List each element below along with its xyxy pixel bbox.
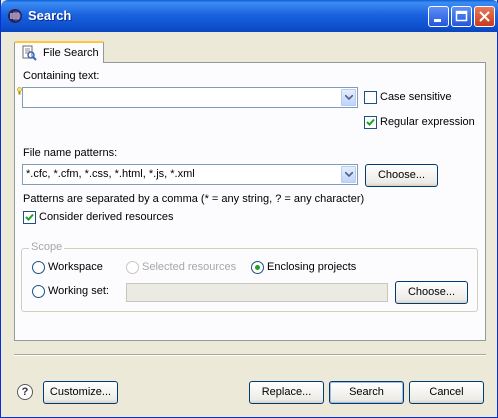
- search-button[interactable]: Search: [329, 381, 404, 404]
- tab-label: File Search: [43, 47, 99, 59]
- file-name-patterns-label: File name patterns:: [23, 147, 118, 159]
- consider-derived-label: Consider derived resources: [39, 211, 174, 223]
- chevron-down-icon: [345, 172, 353, 177]
- workspace-label: Workspace: [48, 261, 103, 273]
- consider-derived-checkbox[interactable]: [23, 211, 36, 224]
- window-title: Search: [28, 8, 72, 23]
- checkmark-icon: [25, 213, 34, 221]
- cancel-button[interactable]: Cancel: [409, 381, 484, 404]
- help-icon[interactable]: ?: [17, 384, 33, 400]
- workspace-radio[interactable]: [32, 261, 45, 274]
- maximize-icon: [455, 10, 468, 22]
- case-sensitive-label: Case sensitive: [380, 91, 452, 103]
- regular-expression-checkbox[interactable]: [364, 116, 377, 129]
- search-dialog: Search File Search Containing text: Case…: [0, 0, 498, 418]
- eclipse-logo-icon: [8, 9, 22, 23]
- tab-file-search[interactable]: File Search: [14, 41, 104, 63]
- replace-button[interactable]: Replace...: [249, 381, 324, 404]
- selected-resources-label: Selected resources: [142, 261, 237, 273]
- patterns-hint: Patterns are separated by a comma (* = a…: [23, 193, 365, 205]
- maximize-button[interactable]: [451, 6, 472, 27]
- regular-expression-label: Regular expression: [380, 116, 475, 128]
- enclosing-projects-label: Enclosing projects: [267, 261, 357, 273]
- file-name-patterns-combo[interactable]: *.cfc, *.cfm, *.css, *.html, *.js, *.xml: [22, 164, 358, 185]
- minimize-button[interactable]: [428, 6, 449, 27]
- minimize-icon: [434, 19, 441, 22]
- chevron-down-icon: [345, 95, 353, 100]
- scope-title: Scope: [29, 241, 65, 253]
- title-bar[interactable]: Search: [1, 0, 498, 32]
- file-name-patterns-value: *.cfc, *.cfm, *.css, *.html, *.js, *.xml: [26, 168, 195, 180]
- close-icon: [479, 11, 490, 22]
- checkmark-icon: [366, 118, 375, 126]
- containing-text-dropdown[interactable]: [341, 89, 356, 106]
- working-set-field: [126, 283, 388, 302]
- choose-patterns-button[interactable]: Choose...: [365, 164, 438, 187]
- working-set-label: Working set:: [48, 285, 109, 297]
- choose-working-set-button[interactable]: Choose...: [395, 281, 468, 304]
- containing-text-label: Containing text:: [23, 70, 100, 82]
- customize-button[interactable]: Customize...: [43, 381, 118, 404]
- radio-selected-dot: [255, 265, 260, 270]
- file-name-patterns-dropdown[interactable]: [341, 166, 356, 183]
- enclosing-projects-radio[interactable]: [251, 261, 264, 274]
- file-search-icon: [22, 45, 37, 61]
- working-set-radio[interactable]: [32, 285, 45, 298]
- containing-text-combo[interactable]: [22, 87, 358, 108]
- close-button[interactable]: [474, 6, 495, 27]
- footer-separator: [14, 354, 486, 356]
- case-sensitive-checkbox[interactable]: [364, 91, 377, 104]
- selected-resources-radio: [126, 261, 139, 274]
